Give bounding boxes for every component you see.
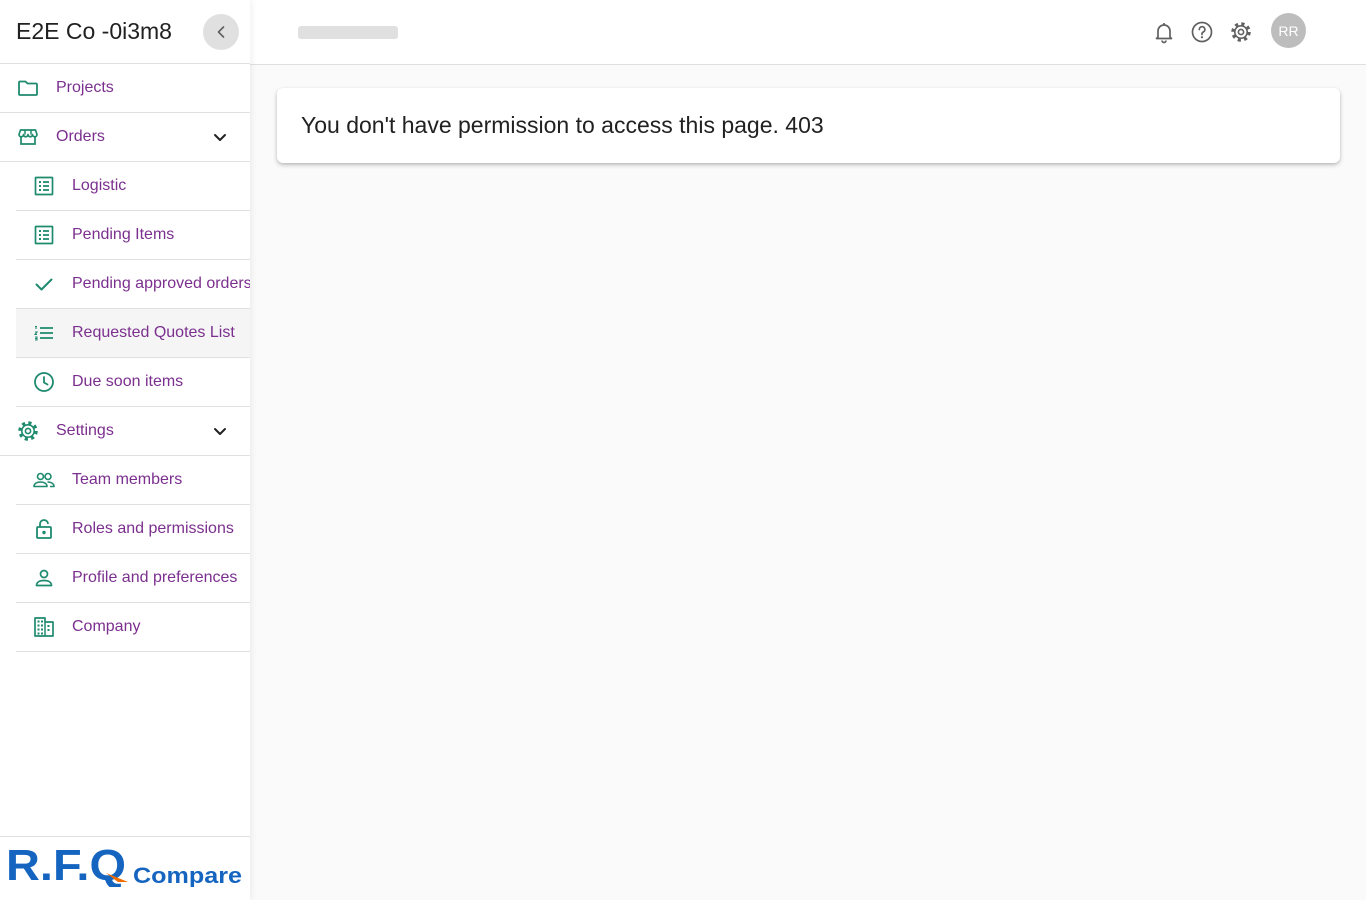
storefront-icon xyxy=(16,125,40,149)
gear-icon[interactable] xyxy=(1229,20,1253,44)
clock-icon xyxy=(32,370,56,394)
sidebar: E2E Co -0i3m8 Projects Orders Logistic P… xyxy=(0,0,250,900)
sidebar-item-label: Logistic xyxy=(72,177,127,194)
chevron-down-icon[interactable] xyxy=(208,419,232,443)
error-message: You don't have permission to access this… xyxy=(301,112,824,138)
gear-icon xyxy=(16,419,40,443)
sidebar-item-due-soon-items[interactable]: Due soon items xyxy=(16,358,250,407)
sidebar-item-label: Profile and preferences xyxy=(72,569,238,586)
check-icon xyxy=(32,272,56,296)
folder-icon xyxy=(16,76,40,100)
top-header: RR xyxy=(250,0,1366,65)
list-alt-icon xyxy=(32,223,56,247)
list-alt-icon xyxy=(32,174,56,198)
main-content: You don't have permission to access this… xyxy=(250,65,1366,900)
sidebar-header: E2E Co -0i3m8 xyxy=(0,0,250,64)
sidebar-item-orders[interactable]: Orders xyxy=(0,113,250,162)
sidebar-item-settings[interactable]: Settings xyxy=(0,407,250,456)
sidebar-item-requested-quotes-list[interactable]: Requested Quotes List xyxy=(16,309,250,358)
chevron-left-icon xyxy=(217,26,225,38)
person-icon xyxy=(32,566,56,590)
page-title-skeleton xyxy=(298,26,398,39)
sidebar-item-team-members[interactable]: Team members xyxy=(16,456,250,505)
sidebar-item-projects[interactable]: Projects xyxy=(0,64,250,113)
logo-text-compare: Compare xyxy=(133,863,242,887)
people-icon xyxy=(32,468,56,492)
sidebar-item-pending-approved-orders[interactable]: Pending approved orders xyxy=(16,260,250,309)
sidebar-item-label: Team members xyxy=(72,471,183,488)
sidebar-item-roles-and-permissions[interactable]: Roles and permissions xyxy=(16,505,250,554)
sidebar-item-label: Orders xyxy=(56,128,105,145)
sidebar-item-label: Requested Quotes List xyxy=(72,324,235,341)
help-icon[interactable] xyxy=(1190,20,1214,44)
sidebar-item-label: Projects xyxy=(56,79,114,96)
avatar[interactable]: RR xyxy=(1271,13,1306,48)
sidebar-item-label: Settings xyxy=(56,422,114,439)
error-card: You don't have permission to access this… xyxy=(277,88,1340,163)
format-list-numbered-icon xyxy=(32,321,56,345)
sidebar-item-profile-and-preferences[interactable]: Profile and preferences xyxy=(16,554,250,603)
sidebar-item-logistic[interactable]: Logistic xyxy=(16,162,250,211)
sidebar-item-label: Due soon items xyxy=(72,373,184,390)
sidebar-item-company[interactable]: Company xyxy=(16,603,250,652)
sidebar-item-label: Pending approved orders xyxy=(72,275,250,292)
bell-icon[interactable] xyxy=(1152,20,1176,44)
chevron-down-icon[interactable] xyxy=(208,125,232,149)
collapse-sidebar-button[interactable] xyxy=(203,14,239,50)
lock-icon xyxy=(32,517,56,541)
building-icon xyxy=(32,615,56,639)
sidebar-footer: R.F.Q Compare xyxy=(0,836,250,900)
rfq-compare-logo[interactable]: R.F.Q Compare xyxy=(6,843,246,887)
sidebar-item-label: Company xyxy=(72,618,141,635)
sidebar-item-label: Pending Items xyxy=(72,226,175,243)
sidebar-item-pending-items[interactable]: Pending Items xyxy=(16,211,250,260)
sidebar-item-label: Roles and permissions xyxy=(72,520,234,537)
logo-text-rfq: R.F.Q xyxy=(6,843,126,887)
company-name: E2E Co -0i3m8 xyxy=(16,18,172,44)
